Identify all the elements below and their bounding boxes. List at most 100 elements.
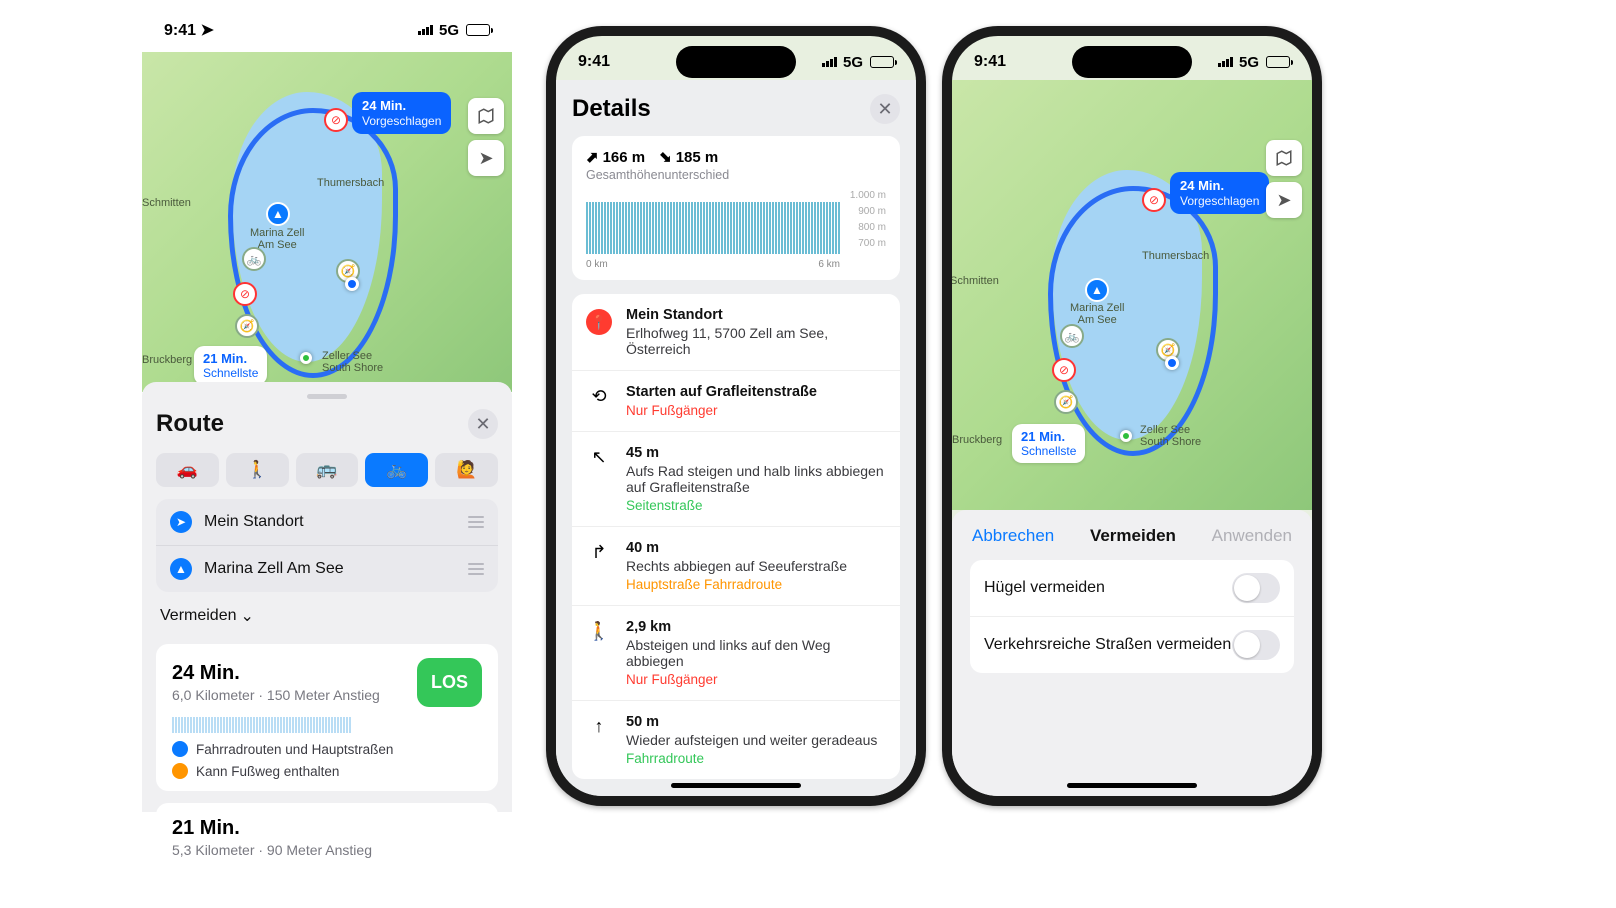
route-primary-duration: 24 Min.	[172, 662, 380, 685]
direction-step[interactable]: ⟲ Starten auf Grafleitenstraße Nur Fußgäng…	[572, 371, 900, 432]
avoid-sheet[interactable]: Abbrechen Vermeiden Anwenden Hügel verme…	[952, 510, 1312, 800]
route-suggested-label: Vorgeschlagen	[362, 114, 441, 128]
close-button[interactable]: ✕	[870, 94, 900, 124]
location-services-icon: ➤	[200, 22, 213, 39]
poi-3[interactable]: 🧭	[1054, 390, 1078, 414]
map-locate-button[interactable]: ➤	[1266, 182, 1302, 218]
poi-marina-icon[interactable]: ▲	[266, 202, 290, 226]
poi-marina-icon[interactable]: ▲	[1085, 278, 1109, 302]
avoid-dropdown[interactable]: Vermeiden ⌄	[160, 606, 254, 626]
sheet-grabber[interactable]	[307, 394, 347, 399]
go-button[interactable]: LOS	[417, 658, 482, 707]
route-alt-meta: 5,3 Kilometer · 90 Meter Anstieg	[172, 842, 482, 858]
poi-1[interactable]: 🚲	[242, 247, 266, 271]
route-suggested-time: 24 Min.	[1180, 178, 1224, 193]
route-alt-duration: 21 Min.	[172, 817, 482, 840]
go-button-label: LOS	[431, 672, 468, 692]
map-canvas[interactable]: Schmitten Thumersbach Marina Zell Am See…	[142, 52, 512, 392]
direction-step[interactable]: ↑50 mWieder aufsteigen und weiter gerade…	[572, 701, 900, 779]
map-style-button[interactable]	[1266, 140, 1302, 176]
close-button[interactable]: ✕	[468, 409, 498, 439]
battery-icon	[466, 24, 490, 36]
route-option-alt[interactable]: 21 Min. 5,3 Kilometer · 90 Meter Anstieg	[156, 803, 498, 870]
close-icon: ✕	[475, 414, 490, 435]
map-label-bruckberg: Bruckberg	[952, 434, 1002, 446]
avoid-cancel-button[interactable]: Abbrechen	[972, 526, 1054, 546]
poi-1[interactable]: 🚲	[1060, 324, 1084, 348]
poi-3[interactable]: 🧭	[235, 314, 259, 338]
step-start-icon: ⟲	[586, 386, 612, 418]
avoid-traffic-switch[interactable]	[1232, 630, 1280, 660]
step-desc: Absteigen und links auf den Weg abbiegen	[626, 637, 886, 669]
poi-nobike-icon[interactable]: ⊘	[324, 108, 348, 132]
map-label-thumersbach: Thumersbach	[1142, 250, 1209, 262]
poi-nobike-icon[interactable]: ⊘	[1052, 358, 1076, 382]
directions-steps-list[interactable]: 📍Mein StandortErlhofweg 11, 5700 Zell am…	[572, 294, 900, 779]
locate-arrow-icon: ➤	[1276, 190, 1291, 211]
direction-step[interactable]: 🚶2,9 kmAbsteigen und links auf den Weg a…	[572, 606, 900, 701]
step-desc: Wieder aufsteigen und weiter geradeaus	[626, 732, 886, 748]
destination-label: Marina Zell Am See	[204, 560, 456, 578]
details-sheet[interactable]: Details ✕ ⬈166 m ⬊185 m Gesamthöhenunter…	[556, 80, 916, 800]
direction-step[interactable]: ↖45 mAufs Rad steigen und halb links abb…	[572, 432, 900, 527]
avoid-title: Vermeiden	[1090, 526, 1176, 546]
poi-nobike[interactable]: ⊘	[1142, 188, 1166, 212]
step-note: Nur Fußgänger	[626, 672, 886, 687]
direction-step[interactable]: 📍Mein StandortErlhofweg 11, 5700 Zell am…	[572, 294, 900, 371]
route-suggested-badge[interactable]: 24 Min. Vorgeschlagen	[1170, 172, 1269, 214]
route-tag-1: Fahrradrouten und Hauptstraßen	[172, 741, 482, 757]
route-fastest-time: 21 Min.	[203, 351, 247, 366]
home-indicator[interactable]	[1067, 783, 1197, 788]
step-pin-icon: 📍	[586, 309, 612, 357]
mode-hail-button[interactable]: 🙋	[435, 453, 498, 487]
mode-car-button[interactable]: 🚗	[156, 453, 219, 487]
map-canvas[interactable]: Schmitten Thumersbach Marina Zell Am See…	[952, 80, 1312, 510]
map-style-button[interactable]	[468, 98, 504, 134]
status-time: 9:41	[974, 53, 1006, 70]
route-title: Route	[156, 410, 224, 438]
avoid-row-traffic: Verkehrsreiche Straßen vermeiden	[970, 616, 1294, 673]
step-label: 45 m	[626, 445, 886, 461]
ytick-2: 800 m	[858, 222, 886, 233]
map-label-schmitten: Schmitten	[952, 275, 999, 287]
origin-dot-icon: ➤	[170, 511, 192, 533]
bike-icon: 🚲	[386, 460, 407, 480]
avoid-dropdown-label: Vermeiden	[160, 607, 237, 625]
route-fastest-badge[interactable]: 21 Min. Schnellste	[1012, 424, 1085, 463]
route-sheet[interactable]: Route ✕ 🚗 🚶 🚌 🚲 🙋 ➤ Mein Standort ▲ Mari…	[142, 382, 512, 812]
transit-icon: 🚌	[316, 460, 337, 480]
uphill-value: 166 m	[603, 149, 646, 166]
network-label: 5G	[1239, 54, 1259, 71]
route-option-primary[interactable]: 24 Min. 6,0 Kilometer · 150 Meter Anstie…	[156, 644, 498, 791]
warning-icon	[172, 763, 188, 779]
step-note: Hauptstraße Fahrradroute	[626, 577, 886, 592]
step-label: 40 m	[626, 540, 886, 556]
map-label-bruckberg: Bruckberg	[142, 354, 192, 366]
poi-nobike[interactable]: ⊘	[233, 282, 257, 306]
mode-walk-button[interactable]: 🚶	[226, 453, 289, 487]
route-suggested-badge[interactable]: 24 Min. Vorgeschlagen	[352, 92, 451, 134]
destination-row[interactable]: ▲ Marina Zell Am See	[156, 545, 498, 592]
drag-handle-icon[interactable]	[468, 563, 484, 575]
mode-bike-button[interactable]: 🚲	[365, 453, 428, 487]
direction-step[interactable]: ↱40 mRechts abbiegen auf SeeuferstraßeHa…	[572, 527, 900, 606]
ytick-3: 700 m	[858, 238, 886, 249]
battery-icon	[870, 56, 894, 68]
destination-dot-icon: ▲	[170, 558, 192, 580]
network-label: 5G	[843, 54, 863, 71]
current-location-dot	[345, 277, 359, 291]
map-locate-button[interactable]: ➤	[468, 140, 504, 176]
home-indicator[interactable]	[671, 783, 801, 788]
avoid-hills-switch[interactable]	[1232, 573, 1280, 603]
step-label: Starten auf Grafleitenstraße	[626, 384, 886, 400]
origin-row[interactable]: ➤ Mein Standort	[156, 499, 498, 545]
mode-transit-button[interactable]: 🚌	[296, 453, 359, 487]
avoid-apply-button[interactable]: Anwenden	[1212, 526, 1292, 546]
step-right-icon: ↱	[586, 542, 612, 592]
route-fastest-badge[interactable]: 21 Min. Schnellste	[194, 346, 267, 385]
map-label-schmitten: Schmitten	[142, 197, 191, 209]
avoid-row-hills: Hügel vermeiden	[970, 560, 1294, 616]
step-note: Nur Fußgänger	[626, 403, 886, 418]
origin-label: Mein Standort	[204, 513, 456, 531]
drag-handle-icon[interactable]	[468, 516, 484, 528]
